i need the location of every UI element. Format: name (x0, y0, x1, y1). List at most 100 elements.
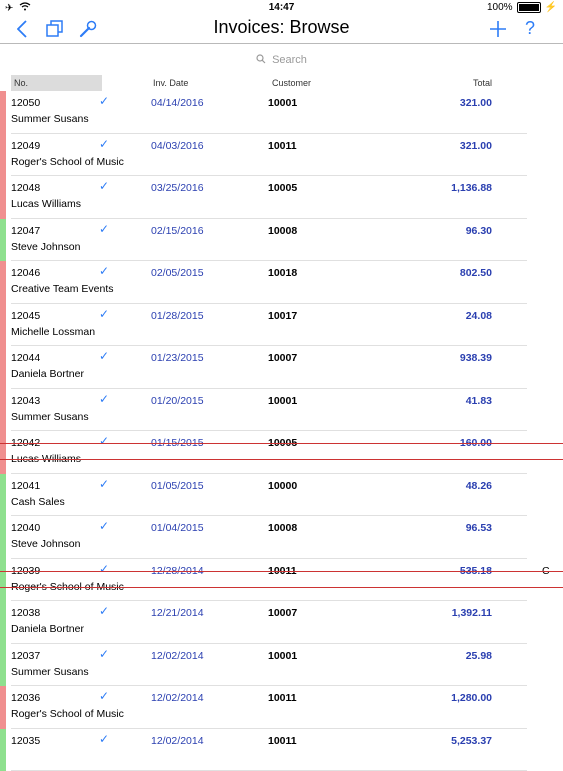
invoice-date: 12/02/2014 (151, 650, 204, 662)
invoice-date: 02/15/2016 (151, 225, 204, 237)
column-header-no[interactable]: No. (11, 75, 102, 91)
status-color-bar (0, 516, 6, 559)
invoice-number: 12043 (11, 395, 40, 407)
invoice-row[interactable]: 12048✓03/25/2016100051,136.88Lucas Willi… (0, 176, 563, 219)
add-icon[interactable] (487, 16, 509, 41)
checkmark-icon: ✓ (99, 478, 109, 490)
invoice-row[interactable]: 12042✓01/15/201510005160.00Lucas William… (0, 431, 563, 474)
invoice-date: 01/28/2015 (151, 310, 204, 322)
navigation-bar: Invoices: Browse ? (0, 16, 563, 44)
status-right: 100% ⚡ (487, 2, 557, 13)
customer-name: Creative Team Events (11, 283, 114, 295)
invoice-date: 02/05/2015 (151, 267, 204, 279)
checkmark-icon: ✓ (99, 350, 109, 362)
checkmark-icon: ✓ (99, 648, 109, 660)
invoice-total: 321.00 (380, 97, 492, 109)
invoice-row[interactable]: 12050✓04/14/201610001321.00Summer Susans (0, 91, 563, 134)
invoice-date: 01/04/2015 (151, 522, 204, 534)
invoice-total: 24.08 (380, 310, 492, 322)
void-strike-line (0, 587, 563, 588)
status-color-bar (0, 431, 6, 474)
invoice-row[interactable]: 12039✓12/28/201410011535.18Roger's Schoo… (0, 559, 563, 602)
column-header-total[interactable]: Total (380, 75, 492, 91)
invoice-number: 12050 (11, 97, 40, 109)
checkmark-icon: ✓ (99, 180, 109, 192)
invoice-number: 12038 (11, 607, 40, 619)
status-color-bar (0, 176, 6, 219)
invoice-row[interactable]: 12045✓01/28/20151001724.08Michelle Lossm… (0, 304, 563, 347)
customer-id: 10007 (268, 607, 297, 619)
customer-name: Summer Susans (11, 411, 89, 423)
invoice-number: 12035 (11, 735, 40, 747)
invoice-number: 12041 (11, 480, 40, 492)
invoice-total: 1,280.00 (380, 692, 492, 704)
invoice-number: 12037 (11, 650, 40, 662)
column-header-date[interactable]: Inv. Date (153, 75, 188, 91)
customer-id: 10001 (268, 395, 297, 407)
page-title: Invoices: Browse (0, 17, 563, 38)
invoice-row[interactable]: 12046✓02/05/201510018802.50Creative Team… (0, 261, 563, 304)
customer-name: Daniela Bortner (11, 623, 84, 635)
status-color-bar (0, 559, 6, 602)
customer-id: 10008 (268, 522, 297, 534)
checkmark-icon: ✓ (99, 733, 109, 745)
void-strike-line (0, 443, 563, 444)
table-header: No. Inv. Date Customer Total (0, 75, 563, 91)
invoice-number: 12048 (11, 182, 40, 194)
customer-id: 10017 (268, 310, 297, 322)
invoice-number: 12040 (11, 522, 40, 534)
customer-name: Daniela Bortner (11, 368, 84, 380)
status-color-bar (0, 219, 6, 262)
status-color-bar (0, 134, 6, 177)
customer-name: Cash Sales (11, 496, 65, 508)
invoice-date: 01/20/2015 (151, 395, 204, 407)
customer-id: 10008 (268, 225, 297, 237)
customer-name: Summer Susans (11, 666, 89, 678)
invoice-number: 12036 (11, 692, 40, 704)
status-color-bar (0, 601, 6, 644)
column-header-customer[interactable]: Customer (272, 75, 311, 91)
invoice-date: 04/14/2016 (151, 97, 204, 109)
checkmark-icon: ✓ (99, 138, 109, 150)
invoice-row[interactable]: 12043✓01/20/20151000141.83Summer Susans (0, 389, 563, 432)
invoice-row[interactable]: 12036✓12/02/2014100111,280.00Roger's Sch… (0, 686, 563, 729)
invoice-total: 1,136.88 (380, 182, 492, 194)
invoice-date: 12/21/2014 (151, 607, 204, 619)
invoice-total: 25.98 (380, 650, 492, 662)
checkmark-icon: ✓ (99, 690, 109, 702)
void-strike-line (0, 459, 563, 460)
status-color-bar (0, 686, 6, 729)
status-bar: ✈ 14:47 100% ⚡ (0, 0, 563, 16)
invoice-total: 96.53 (380, 522, 492, 534)
checkmark-icon: ✓ (99, 435, 109, 447)
invoice-row[interactable]: 12038✓12/21/2014100071,392.11Daniela Bor… (0, 601, 563, 644)
invoice-row[interactable]: 12044✓01/23/201510007938.39Daniela Bortn… (0, 346, 563, 389)
search-field[interactable]: Search (0, 51, 563, 69)
customer-id: 10007 (268, 352, 297, 364)
customer-name: Steve Johnson (11, 241, 80, 253)
invoice-row[interactable]: 12041✓01/05/20151000048.26Cash Sales (0, 474, 563, 517)
status-time: 14:47 (0, 2, 563, 13)
customer-name: Roger's School of Music (11, 156, 124, 168)
invoice-date: 04/03/2016 (151, 140, 204, 152)
customer-id: 10000 (268, 480, 297, 492)
void-strike-line (0, 571, 563, 572)
invoice-row[interactable]: 12037✓12/02/20141000125.98Summer Susans (0, 644, 563, 687)
status-color-bar (0, 91, 6, 134)
invoice-total: 938.39 (380, 352, 492, 364)
checkmark-icon: ✓ (99, 520, 109, 532)
invoice-list: 12050✓04/14/201610001321.00Summer Susans… (0, 91, 563, 771)
search-icon (256, 54, 266, 67)
invoice-row[interactable]: 12040 ✓ 01/04/2015 10008 96.53 Steve Johnson (0, 516, 563, 559)
invoice-row[interactable]: 12049✓04/03/201610011321.00Roger's Schoo… (0, 134, 563, 177)
invoice-row[interactable]: 12047✓02/15/20161000896.30Steve Johnson (0, 219, 563, 262)
invoice-date: 03/25/2016 (151, 182, 204, 194)
invoice-total: 5,253.37 (380, 735, 492, 747)
checkmark-icon: ✓ (99, 308, 109, 320)
customer-id: 10011 (268, 140, 297, 152)
customer-name: Steve Johnson (11, 538, 80, 550)
customer-id: 10011 (268, 692, 297, 704)
help-icon[interactable]: ? (520, 16, 540, 41)
customer-name: Roger's School of Music (11, 708, 124, 720)
invoice-total: 96.30 (380, 225, 492, 237)
